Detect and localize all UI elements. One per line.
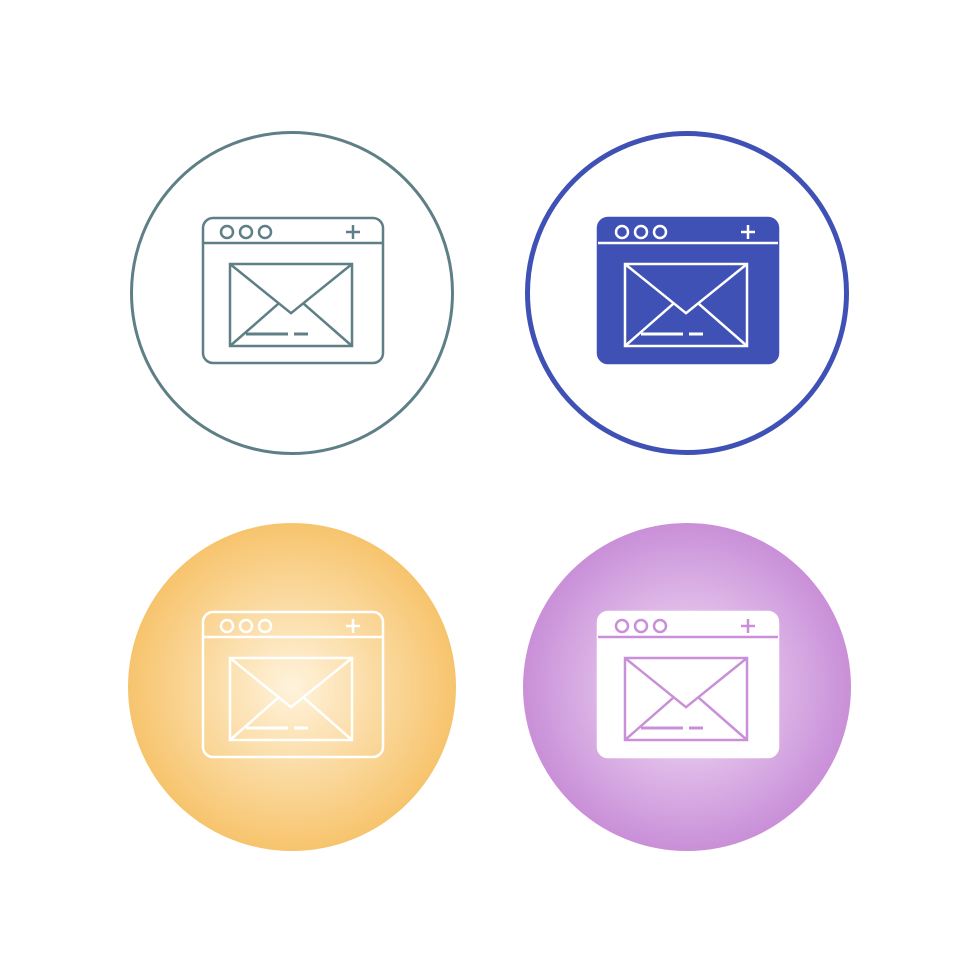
browser-mail-icon-line [127,128,457,458]
browser-mail-icon-gradient-orange [127,522,457,852]
icon-svg [130,131,454,455]
browser-mail-icon-glyph [522,128,852,458]
icon-set-canvas [0,0,980,980]
browser-mail-icon-gradient-purple [522,522,852,852]
icon-svg [525,131,849,455]
circle-outline [130,131,454,455]
circle-background [128,523,456,851]
icon-svg [523,523,851,851]
icon-svg [128,523,456,851]
